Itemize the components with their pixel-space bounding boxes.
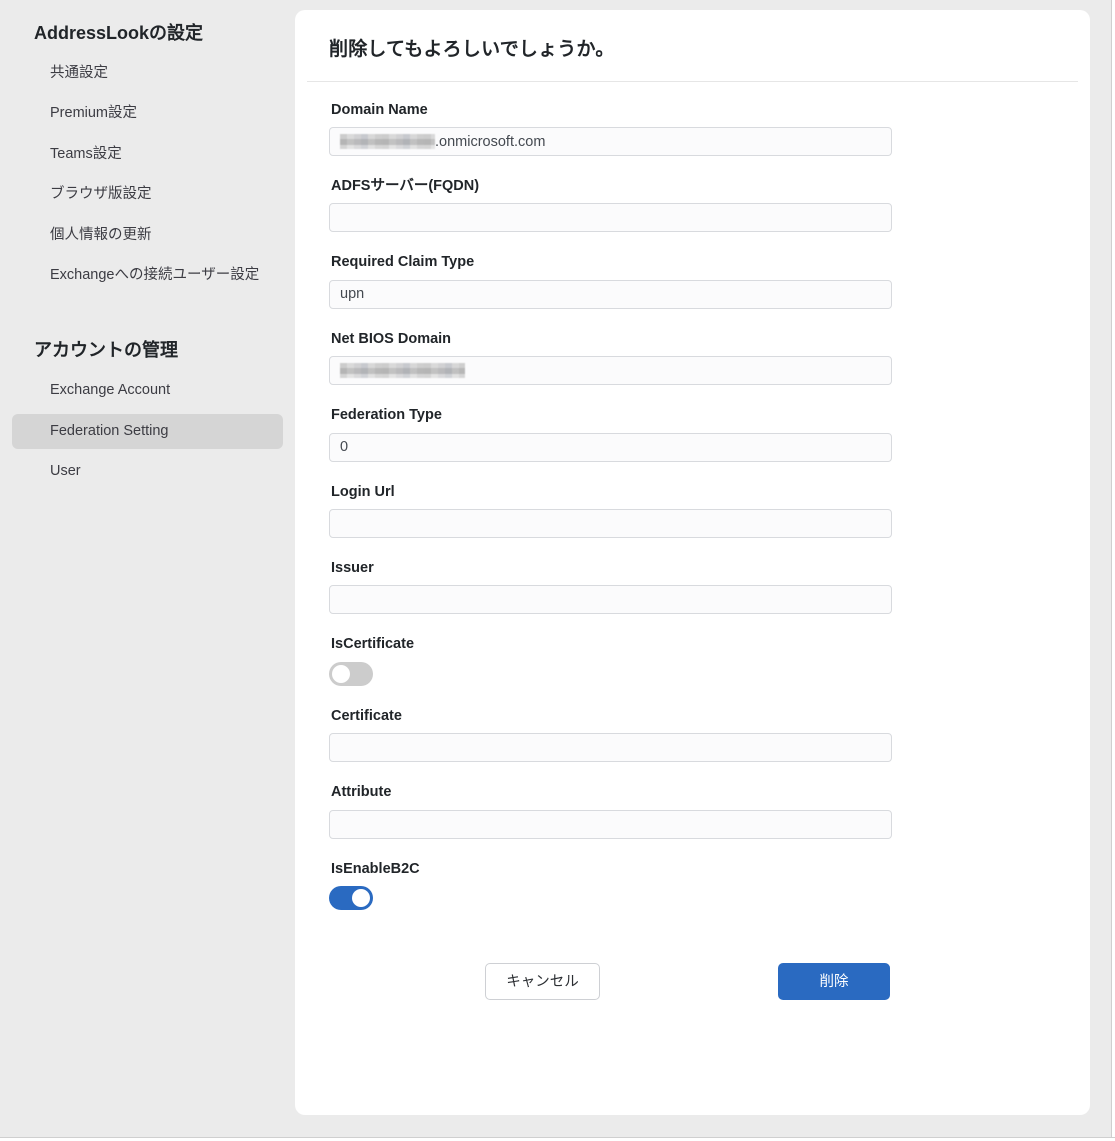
- label-login-url: Login Url: [331, 483, 395, 500]
- label-is-enable-b2c: IsEnableB2C: [331, 860, 420, 877]
- value-federation-type: 0: [340, 439, 349, 456]
- window-right-edge: [1111, 0, 1115, 1141]
- toggle-is-enable-b2c[interactable]: [329, 885, 373, 910]
- delete-button[interactable]: 削除: [778, 963, 890, 1001]
- sidebar-item-common-settings[interactable]: 共通設定: [12, 56, 283, 91]
- field-domain-name: Domain Name .onmicrosoft.com: [329, 101, 1056, 157]
- sidebar-item-personal-info-update[interactable]: 個人情報の更新: [12, 218, 283, 253]
- page-title: 削除してもよろしいでしょうか。: [329, 39, 615, 60]
- redaction-block-net-bios-domain: [340, 363, 465, 379]
- sidebar-item-premium-settings[interactable]: Premium設定: [12, 96, 283, 131]
- sidebar: AddressLookの設定 共通設定 Premium設定 Teams設定 ブラ…: [0, 0, 295, 1137]
- sidebar-list-addresslook: 共通設定 Premium設定 Teams設定 ブラウザ版設定 個人情報の更新 E…: [0, 56, 295, 293]
- field-attribute: Attribute: [329, 784, 1056, 839]
- toggle-is-certificate[interactable]: [329, 661, 373, 686]
- label-adfs-server: ADFSサーバー(FQDN): [331, 178, 480, 195]
- input-issuer[interactable]: [329, 585, 892, 615]
- window-bottom-edge: [0, 1137, 1115, 1141]
- input-domain-name[interactable]: .onmicrosoft.com: [329, 127, 892, 157]
- form-actions: キャンセル 削除: [329, 962, 1056, 1002]
- input-required-claim-type[interactable]: upn: [329, 279, 892, 309]
- value-required-claim-type: upn: [340, 286, 365, 303]
- sidebar-item-exchange-account[interactable]: Exchange Account: [12, 373, 283, 408]
- sidebar-group-heading-account-management: アカウントの管理: [34, 340, 178, 361]
- field-federation-type: Federation Type 0: [329, 407, 1056, 462]
- field-required-claim-type: Required Claim Type upn: [329, 254, 1056, 309]
- sidebar-item-teams-settings[interactable]: Teams設定: [12, 137, 283, 172]
- input-attribute[interactable]: [329, 809, 892, 839]
- sidebar-list-account-management: Exchange Account Federation Setting User: [0, 373, 295, 489]
- sidebar-item-user[interactable]: User: [12, 454, 283, 489]
- sidebar-item-federation-setting[interactable]: Federation Setting: [12, 413, 283, 450]
- page-layout: AddressLookの設定 共通設定 Premium設定 Teams設定 ブラ…: [0, 0, 1110, 1137]
- field-certificate: Certificate: [329, 707, 1056, 763]
- input-federation-type[interactable]: 0: [329, 432, 892, 462]
- field-login-url: Login Url: [329, 483, 1056, 539]
- field-is-enable-b2c: IsEnableB2C: [329, 861, 1056, 910]
- sidebar-group-addresslook: AddressLookの設定 共通設定 Premium設定 Teams設定 ブラ…: [0, 0, 295, 293]
- label-is-certificate: IsCertificate: [331, 636, 415, 653]
- label-issuer: Issuer: [331, 560, 374, 577]
- label-net-bios-domain: Net BIOS Domain: [331, 330, 452, 347]
- input-certificate[interactable]: [329, 733, 892, 763]
- input-login-url[interactable]: [329, 509, 892, 539]
- input-net-bios-domain[interactable]: [329, 356, 892, 386]
- sidebar-item-browser-settings[interactable]: ブラウザ版設定: [12, 177, 283, 212]
- label-certificate: Certificate: [331, 707, 402, 724]
- field-issuer: Issuer: [329, 560, 1056, 615]
- field-net-bios-domain: Net BIOS Domain: [329, 330, 1056, 386]
- sidebar-group-heading-addresslook: AddressLookの設定: [34, 23, 204, 43]
- redaction-block-domain-name: [340, 134, 435, 150]
- label-federation-type: Federation Type: [331, 407, 442, 424]
- field-adfs-server: ADFSサーバー(FQDN): [329, 178, 1056, 233]
- federation-setting-form: Domain Name .onmicrosoft.com ADFSサーバー(FQ…: [295, 102, 1090, 910]
- label-domain-name: Domain Name: [331, 101, 428, 118]
- toggle-knob-icon: [352, 888, 370, 907]
- main-content: 削除してもよろしいでしょうか。 Domain Name .onmicrosoft…: [295, 0, 1110, 1137]
- cancel-button[interactable]: キャンセル: [485, 963, 600, 1001]
- title-divider: [307, 80, 1078, 82]
- delete-confirmation-card: 削除してもよろしいでしょうか。 Domain Name .onmicrosoft…: [295, 10, 1090, 1115]
- label-attribute: Attribute: [331, 784, 392, 801]
- input-adfs-server[interactable]: [329, 203, 892, 233]
- field-is-certificate: IsCertificate: [329, 636, 1056, 686]
- value-domain-name-suffix: .onmicrosoft.com: [435, 133, 546, 150]
- label-required-claim-type: Required Claim Type: [331, 254, 475, 271]
- sidebar-group-account-management: アカウントの管理 Exchange Account Federation Set…: [0, 293, 295, 489]
- toggle-knob-icon: [332, 664, 350, 683]
- sidebar-item-exchange-connection-user-settings[interactable]: Exchangeへの接続ユーザー設定: [12, 258, 283, 293]
